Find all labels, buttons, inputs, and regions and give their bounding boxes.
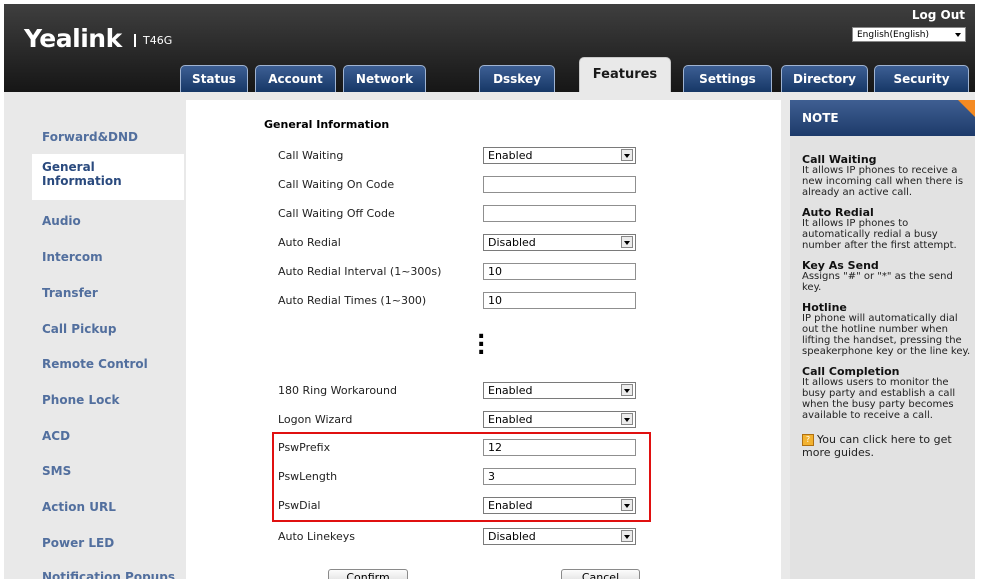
field-label-call-waiting: Call Waiting bbox=[278, 149, 344, 162]
note-body: Call Waiting It allows IP phones to rece… bbox=[802, 154, 972, 459]
sidebar-item-intercom[interactable]: Intercom bbox=[42, 250, 103, 264]
field-label-psw-prefix: PswPrefix bbox=[278, 441, 331, 454]
tab-settings[interactable]: Settings bbox=[683, 65, 772, 92]
header-bar: Yealink T46G Log Out English(English) St… bbox=[4, 4, 975, 92]
tab-features[interactable]: Features bbox=[579, 57, 671, 92]
field-label-auto-redial-interval: Auto Redial Interval (1~300s) bbox=[278, 265, 442, 278]
chevron-down-icon bbox=[955, 33, 961, 37]
auto-redial-times-input[interactable]: 10 bbox=[483, 292, 636, 309]
auto-redial-interval-input[interactable]: 10 bbox=[483, 263, 636, 280]
field-label-180-ring-workaround: 180 Ring Workaround bbox=[278, 384, 397, 397]
call-waiting-value: Enabled bbox=[488, 149, 533, 162]
psw-dial-select[interactable]: Enabled bbox=[483, 497, 636, 514]
tab-security[interactable]: Security bbox=[874, 65, 969, 92]
tab-status[interactable]: Status bbox=[180, 65, 248, 92]
psw-prefix-input[interactable]: 12 bbox=[483, 439, 636, 456]
note-entry-text: It allows IP phones to receive a new inc… bbox=[802, 165, 964, 198]
sidebar-item-audio[interactable]: Audio bbox=[42, 214, 81, 228]
browser-frame: Yealink T46G Log Out English(English) St… bbox=[4, 4, 975, 579]
logon-wizard-select[interactable]: Enabled bbox=[483, 411, 636, 428]
call-waiting-off-code-input[interactable] bbox=[483, 205, 636, 222]
chevron-down-icon bbox=[621, 384, 633, 396]
sidebar-item-remote-control[interactable]: Remote Control bbox=[42, 357, 148, 371]
sidebar-item-forward-dnd[interactable]: Forward&DND bbox=[42, 130, 138, 144]
psw-dial-value: Enabled bbox=[488, 499, 533, 512]
sidebar-item-acd[interactable]: ACD bbox=[42, 429, 70, 443]
note-entry-title: Key As Send bbox=[802, 259, 879, 272]
logon-wizard-value: Enabled bbox=[488, 413, 533, 426]
sidebar-item-notification-popups[interactable]: Notification Popups bbox=[42, 570, 175, 579]
main-panel: General Information Call Waiting Enabled… bbox=[186, 100, 781, 579]
sidebar-item-general-information[interactable]: General Information bbox=[42, 160, 122, 188]
ring-workaround-select[interactable]: Enabled bbox=[483, 382, 636, 399]
note-entry-text: Assigns "#" or "*" as the send key. bbox=[802, 271, 953, 293]
sidebar-item-sms[interactable]: SMS bbox=[42, 464, 71, 478]
cancel-button[interactable]: Cancel bbox=[561, 569, 640, 579]
logout-link[interactable]: Log Out bbox=[912, 8, 965, 22]
chevron-down-icon bbox=[621, 149, 633, 161]
field-label-psw-dial: PswDial bbox=[278, 499, 321, 512]
tab-directory[interactable]: Directory bbox=[781, 65, 868, 92]
section-title: General Information bbox=[264, 118, 390, 131]
guide-text: You can click here to get more guides. bbox=[802, 433, 952, 459]
field-label-call-waiting-on-code: Call Waiting On Code bbox=[278, 178, 395, 191]
tab-network[interactable]: Network bbox=[343, 65, 426, 92]
confirm-button[interactable]: Confirm bbox=[328, 569, 408, 579]
language-select[interactable]: English(English) bbox=[852, 27, 966, 42]
auto-redial-value: Disabled bbox=[488, 236, 536, 249]
note-title: NOTE bbox=[790, 100, 975, 136]
note-entry-title: Hotline bbox=[802, 301, 847, 314]
brand-logo: Yealink bbox=[24, 24, 122, 53]
field-label-logon-wizard: Logon Wizard bbox=[278, 413, 353, 426]
field-label-auto-linekeys: Auto Linekeys bbox=[278, 530, 355, 543]
model-label: T46G bbox=[134, 34, 172, 47]
tab-dsskey[interactable]: Dsskey bbox=[479, 65, 555, 92]
chevron-down-icon bbox=[621, 236, 633, 248]
note-entry-title: Call Completion bbox=[802, 365, 900, 378]
sidebar-item-phone-lock[interactable]: Phone Lock bbox=[42, 393, 119, 407]
chevron-down-icon bbox=[621, 413, 633, 425]
note-entry-text: It allows users to monitor the busy part… bbox=[802, 377, 956, 421]
help-book-icon: ? bbox=[802, 434, 814, 446]
note-entry-title: Auto Redial bbox=[802, 206, 874, 219]
field-label-auto-redial: Auto Redial bbox=[278, 236, 341, 249]
call-waiting-on-code-input[interactable] bbox=[483, 176, 636, 193]
psw-length-input[interactable]: 3 bbox=[483, 468, 636, 485]
auto-redial-select[interactable]: Disabled bbox=[483, 234, 636, 251]
vertical-ellipsis-icon: ... bbox=[477, 319, 486, 360]
note-entry-title: Call Waiting bbox=[802, 153, 877, 166]
language-value: English(English) bbox=[857, 30, 930, 40]
note-entry-text: IP phone will automatically dial out the… bbox=[802, 313, 971, 357]
field-label-auto-redial-times: Auto Redial Times (1~300) bbox=[278, 294, 427, 307]
field-label-psw-length: PswLength bbox=[278, 470, 338, 483]
sidebar-item-power-led[interactable]: Power LED bbox=[42, 536, 114, 550]
guide-link[interactable]: ? You can click here to get more guides. bbox=[802, 433, 972, 459]
tab-account[interactable]: Account bbox=[255, 65, 336, 92]
note-panel: NOTE Call Waiting It allows IP phones to… bbox=[790, 100, 975, 579]
note-corner-icon bbox=[958, 100, 975, 117]
auto-linekeys-value: Disabled bbox=[488, 530, 536, 543]
sidebar-item-transfer[interactable]: Transfer bbox=[42, 286, 98, 300]
call-waiting-select[interactable]: Enabled bbox=[483, 147, 636, 164]
chevron-down-icon bbox=[621, 530, 633, 542]
chevron-down-icon bbox=[621, 499, 633, 511]
auto-linekeys-select[interactable]: Disabled bbox=[483, 528, 636, 545]
field-label-call-waiting-off-code: Call Waiting Off Code bbox=[278, 207, 395, 220]
note-entry-text: It allows IP phones to automatically red… bbox=[802, 218, 957, 251]
sidebar-item-call-pickup[interactable]: Call Pickup bbox=[42, 322, 116, 336]
sidebar-item-action-url[interactable]: Action URL bbox=[42, 500, 116, 514]
ring-workaround-value: Enabled bbox=[488, 384, 533, 397]
